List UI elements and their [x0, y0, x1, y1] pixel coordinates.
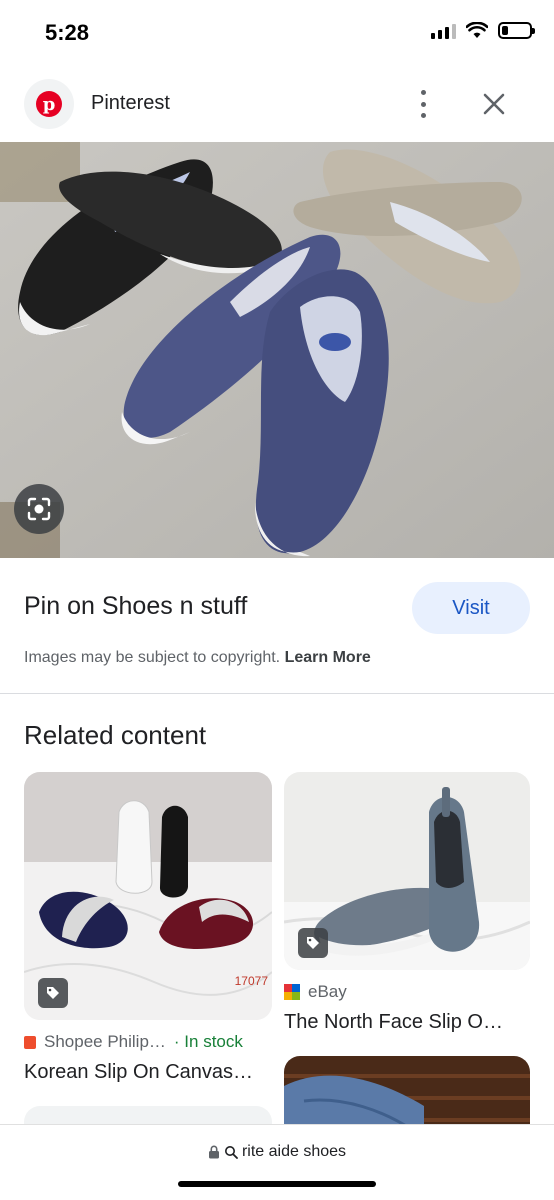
status-icons — [431, 22, 535, 39]
pinterest-logo-letter: p — [36, 91, 62, 117]
copyright-notice: Images may be subject to copyright. Lear… — [24, 649, 371, 667]
card-title[interactable]: Korean Slip On Canvas… — [24, 1061, 253, 1084]
source-header: p Pinterest — [0, 70, 554, 138]
wifi-icon — [466, 22, 488, 38]
copyright-text: Images may be subject to copyright. — [24, 649, 281, 666]
url-row[interactable]: rite aide shoes — [0, 1143, 554, 1161]
lens-search-button[interactable] — [14, 484, 64, 534]
stock-status: · In stock — [173, 1032, 243, 1051]
divider — [0, 693, 554, 694]
card-source[interactable]: Shopee Philip… · In stock — [24, 1032, 243, 1052]
search-query: rite aide shoes — [241, 1143, 347, 1160]
status-time: 5:28 — [45, 20, 90, 45]
lock-icon — [208, 1145, 219, 1159]
main-image[interactable] — [0, 142, 554, 558]
related-card-image[interactable]: 17077 — [24, 772, 272, 1020]
battery-icon — [498, 22, 535, 39]
bottom-address-bar[interactable]: rite aide shoes — [0, 1124, 554, 1200]
card-source[interactable]: eBay — [284, 982, 347, 1002]
related-content-heading: Related content — [24, 720, 207, 750]
related-card-image[interactable] — [284, 772, 530, 970]
card-title[interactable]: The North Face Slip O… — [284, 1011, 503, 1034]
search-icon — [224, 1146, 238, 1159]
lens-icon — [27, 497, 51, 521]
page-title: Pin on Shoes n stuff — [24, 592, 248, 620]
card-source-name: Shopee Philip… — [44, 1032, 166, 1051]
card-source-name: eBay — [308, 982, 347, 1001]
shopee-icon — [24, 1035, 36, 1049]
ebay-icon — [284, 984, 300, 1000]
product-tag-icon — [38, 978, 68, 1008]
shoes-photo — [0, 142, 554, 558]
home-indicator[interactable] — [178, 1181, 376, 1187]
visit-button[interactable]: Visit — [412, 582, 530, 634]
more-options-icon[interactable] — [412, 90, 434, 118]
product-tag-icon — [298, 928, 328, 958]
pinterest-logo-icon[interactable]: p — [24, 79, 74, 129]
source-name[interactable]: Pinterest — [91, 92, 170, 115]
learn-more-link[interactable]: Learn More — [285, 649, 371, 666]
cellular-signal-icon — [431, 23, 456, 39]
image-watermark: 17077 — [234, 974, 268, 988]
status-bar: 5:28 — [0, 0, 554, 66]
close-icon[interactable] — [478, 88, 510, 120]
